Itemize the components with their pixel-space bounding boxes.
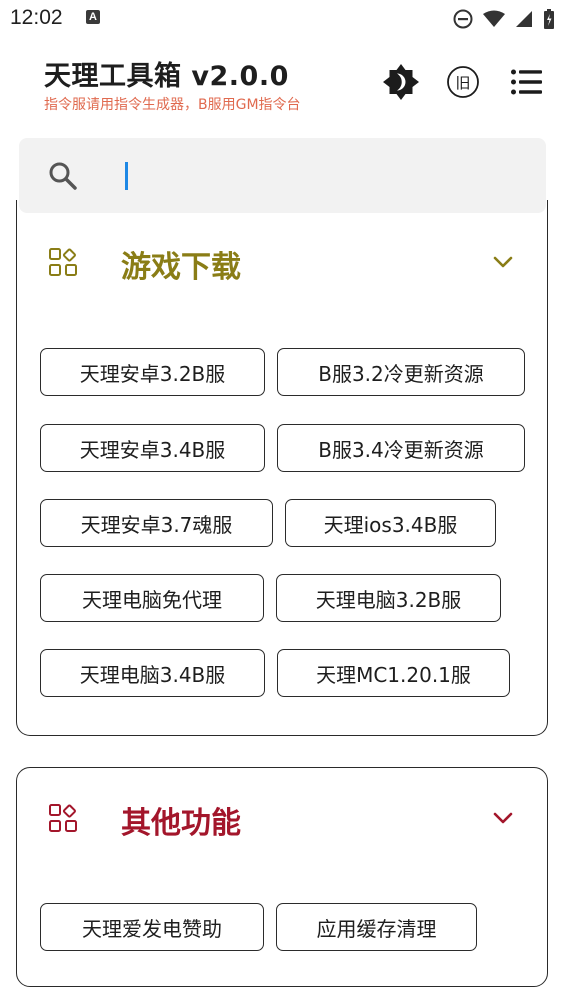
- section-card-other-functions: 其他功能 天理爱发电赞助 应用缓存清理: [16, 767, 548, 987]
- search-bar: [19, 138, 546, 213]
- do-not-disturb-icon: [453, 9, 473, 29]
- download-button[interactable]: 天理安卓3.4B服: [40, 424, 265, 472]
- chevron-down-icon[interactable]: [491, 250, 515, 274]
- menu-icon: [511, 69, 542, 95]
- theme-toggle-icon: [383, 64, 419, 100]
- section-card-game-download: 游戏下载 天理安卓3.2B服 B服3.2冷更新资源 天理安卓3.4B服 B服3.…: [16, 200, 548, 736]
- download-button[interactable]: B服3.4冷更新资源: [277, 424, 525, 472]
- battery-icon: [544, 9, 554, 29]
- menu-button[interactable]: [505, 60, 549, 104]
- download-button[interactable]: 天理安卓3.2B服: [40, 348, 265, 396]
- old-version-label: 旧: [455, 73, 471, 92]
- download-button[interactable]: B服3.2冷更新资源: [277, 348, 525, 396]
- section-header-game-download[interactable]: 游戏下载: [17, 222, 547, 302]
- wifi-icon: [483, 10, 505, 27]
- search-input[interactable]: [129, 156, 533, 198]
- theme-toggle-button[interactable]: [379, 60, 423, 104]
- donate-button[interactable]: 天理爱发电赞助: [40, 903, 264, 951]
- status-icons: [453, 8, 555, 30]
- apps-grid-icon: [49, 804, 77, 832]
- search-icon[interactable]: [47, 160, 79, 192]
- download-button[interactable]: 天理MC1.20.1服: [277, 649, 510, 697]
- app-subtitle: 指令服请用指令生成器，B服用GM指令台: [44, 97, 301, 113]
- chevron-down-icon[interactable]: [491, 806, 515, 830]
- text-cursor: [125, 162, 128, 190]
- signal-icon: [516, 11, 532, 27]
- download-button[interactable]: 天理电脑免代理: [40, 574, 264, 622]
- section-title: 游戏下载: [121, 250, 241, 285]
- download-button[interactable]: 天理安卓3.7魂服: [40, 499, 273, 547]
- app-header: 天理工具箱 v2.0.0 指令服请用指令生成器，B服用GM指令台 旧: [0, 38, 565, 128]
- status-bar: 12:02 A: [0, 0, 565, 38]
- status-time: 12:02: [10, 6, 63, 29]
- download-button[interactable]: 天理ios3.4B服: [285, 499, 496, 547]
- old-version-button[interactable]: 旧: [441, 60, 485, 104]
- a-notification-icon: A: [86, 10, 100, 24]
- app-title: 天理工具箱 v2.0.0: [44, 61, 289, 92]
- download-button[interactable]: 天理电脑3.4B服: [40, 649, 265, 697]
- download-button[interactable]: 天理电脑3.2B服: [276, 574, 501, 622]
- clear-cache-button[interactable]: 应用缓存清理: [276, 903, 477, 951]
- apps-grid-icon: [49, 248, 77, 276]
- section-header-other-functions[interactable]: 其他功能: [17, 778, 547, 858]
- section-title: 其他功能: [121, 806, 241, 841]
